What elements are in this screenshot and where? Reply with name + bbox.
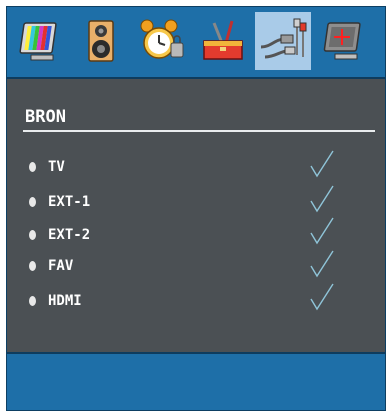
footer-bar — [7, 354, 385, 410]
menu-bar — [7, 7, 385, 79]
tab-install[interactable] — [317, 12, 373, 70]
source-item-fav[interactable]: FAV — [29, 256, 73, 276]
bullet-icon — [29, 162, 36, 172]
bullet-icon — [29, 261, 36, 271]
tab-source[interactable] — [255, 12, 311, 70]
source-item-hdmi[interactable]: HDMI — [29, 291, 82, 311]
tab-picture[interactable] — [13, 12, 69, 70]
tab-sound[interactable] — [73, 12, 129, 70]
cables-icon — [260, 18, 307, 59]
source-panel: BRON TV EXT-1 EXT-2 FAV HDMI — [7, 79, 385, 354]
speaker-icon — [88, 20, 114, 62]
toolbox-icon — [203, 20, 243, 60]
source-label: EXT-1 — [48, 194, 91, 210]
source-item-tv[interactable]: TV — [29, 157, 65, 177]
source-label: TV — [48, 159, 65, 175]
page-title: BRON — [25, 107, 66, 127]
check-icon — [310, 185, 334, 213]
source-item-ext2[interactable]: EXT-2 — [29, 225, 90, 245]
source-label: HDMI — [48, 293, 82, 309]
source-item-ext1[interactable]: EXT-1 — [29, 192, 90, 212]
bullet-icon — [29, 296, 36, 306]
monitor-crosshair-icon — [323, 22, 361, 60]
tv-osd-window: BRON TV EXT-1 EXT-2 FAV HDMI — [6, 6, 386, 411]
check-icon — [310, 217, 334, 245]
tab-features[interactable] — [195, 12, 251, 70]
picture-icon — [19, 22, 57, 61]
bullet-icon — [29, 230, 36, 240]
source-label: EXT-2 — [48, 227, 91, 243]
source-label: FAV — [48, 258, 74, 274]
alarm-clock-icon — [140, 19, 184, 59]
check-icon — [310, 250, 334, 278]
check-icon — [310, 150, 334, 178]
title-divider — [23, 130, 375, 132]
check-icon — [310, 283, 334, 311]
tab-timer[interactable] — [133, 12, 189, 70]
bullet-icon — [29, 197, 36, 207]
